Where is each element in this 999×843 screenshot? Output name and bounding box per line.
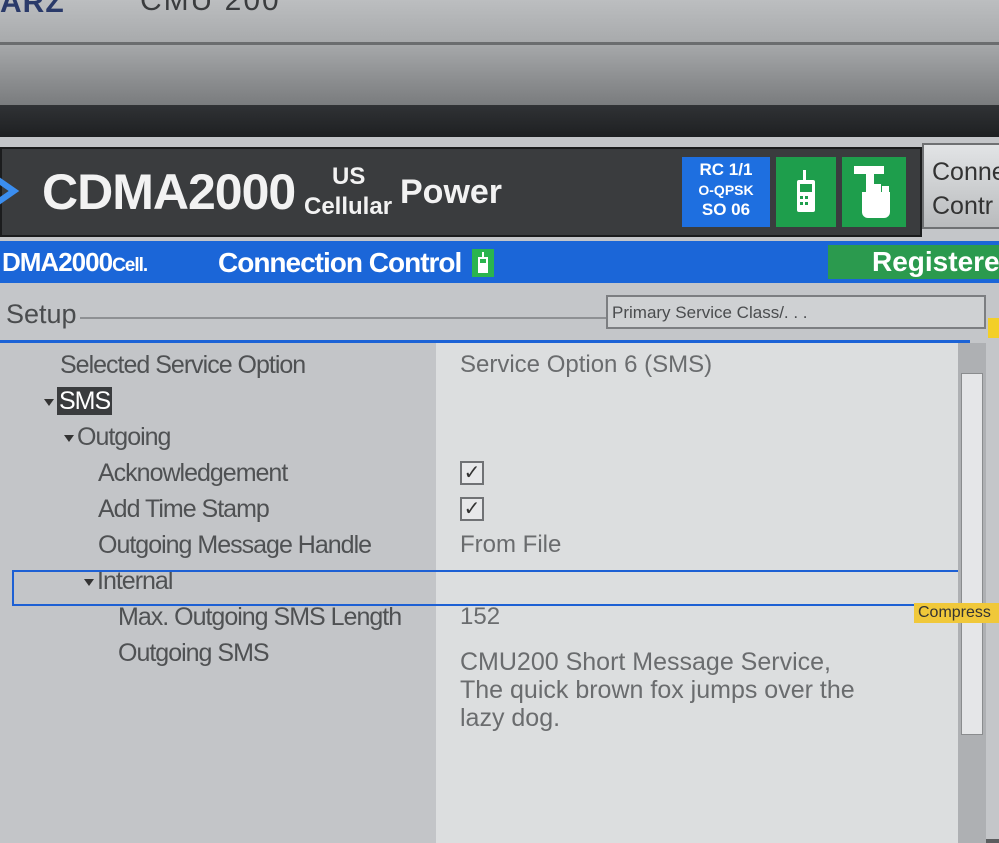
divider (80, 317, 608, 319)
model-label: CMU 200 (140, 0, 281, 17)
rc-line: RC 1/1 (699, 160, 753, 179)
radio-config-badge: RC 1/1 O-QPSK SO 06 (682, 157, 770, 227)
expand-triangle-icon (64, 434, 74, 442)
connection-control-softkey[interactable]: Conne Contr (922, 143, 999, 229)
settings-table: Selected Service Option Service Option 6… (0, 340, 972, 843)
param-value: From File (460, 531, 562, 558)
modulation-line: O-QPSK (698, 182, 754, 198)
tree-node-outgoing[interactable]: Outgoing (64, 423, 171, 452)
table-row[interactable]: Max. Outgoing SMS Length 152 (0, 603, 970, 639)
status-bar: DMA2000Cell. Connection Control Register… (0, 241, 999, 283)
menu-title: Connection Control (218, 247, 462, 278)
outgoing-sms-text[interactable]: CMU200 Short Message Service, The quick … (460, 648, 920, 732)
selection-highlight (12, 570, 960, 606)
table-row[interactable]: Outgoing Message Handle From File (0, 531, 970, 567)
bezel-band (0, 45, 999, 105)
mobile-phone-status[interactable] (776, 157, 836, 227)
setup-header: Setup Primary Service Class/. . . (0, 287, 999, 333)
scroll-thumb[interactable] (961, 373, 983, 735)
table-row[interactable]: Acknowledgement ✓ (0, 459, 970, 495)
tree-label: SMS (57, 387, 113, 415)
param-label: Selected Service Option (60, 351, 306, 379)
page-title: CDMA2000 (42, 164, 296, 220)
sms-line: The quick brown fox jumps over the (460, 676, 855, 704)
softkey-line1: Conne (932, 158, 999, 186)
manual-control-button[interactable] (842, 157, 906, 227)
table-row[interactable]: Selected Service Option Service Option 6… (0, 351, 970, 387)
network-name: DMA2000 (2, 247, 113, 277)
instrument-bezel: ARZ CMU 200 (0, 0, 999, 45)
sms-line: CMU200 Short Message Service, (460, 648, 831, 676)
tree-label: Outgoing (77, 423, 171, 451)
side-tab-marker (988, 318, 999, 338)
network-band: Cell. (112, 255, 148, 276)
scrollbar[interactable] (958, 343, 986, 843)
mobile-phone-icon (797, 170, 815, 212)
table-row[interactable]: SMS (0, 387, 970, 423)
softkey-line2: Contr (932, 192, 994, 220)
expand-triangle-icon (44, 398, 54, 406)
title-bar: CDMA2000 US Cellular Power RC 1/1 O-QPSK… (0, 147, 922, 237)
compress-tag[interactable]: Compress (914, 603, 999, 623)
tree-node-sms[interactable]: SMS (44, 387, 113, 416)
connection-phone-icon (472, 249, 494, 277)
param-label: Outgoing Message Handle (98, 531, 372, 559)
param-label: Max. Outgoing SMS Length (118, 603, 402, 631)
param-label: Acknowledgement (98, 459, 288, 487)
brand-logo: ARZ (0, 0, 65, 19)
table-row[interactable]: Add Time Stamp ✓ (0, 495, 970, 531)
menu-arrow-icon[interactable] (0, 171, 20, 211)
bezel-dark-strip (0, 105, 999, 137)
hand-pointer-icon (854, 166, 890, 218)
network-label: DMA2000Cell. (2, 247, 148, 278)
param-label: Add Time Stamp (98, 495, 270, 523)
service-option-line: SO 06 (701, 200, 751, 219)
region-label-bottom: Cellular (304, 193, 393, 220)
setup-label: Setup (6, 299, 77, 329)
mode-label: Power (400, 173, 503, 211)
acknowledgement-checkbox[interactable]: ✓ (460, 461, 484, 485)
param-value: Service Option 6 (SMS) (460, 351, 713, 378)
sms-line: lazy dog. (460, 704, 561, 732)
param-value: 152 (460, 603, 501, 630)
table-row[interactable]: Outgoing (0, 423, 970, 459)
time-stamp-checkbox[interactable]: ✓ (460, 497, 484, 521)
registration-status: Registere (828, 245, 999, 279)
param-label: Outgoing SMS (118, 639, 270, 667)
region-label-top: US (332, 163, 366, 190)
primary-service-class-dropdown[interactable]: Primary Service Class/. . . (606, 295, 986, 329)
